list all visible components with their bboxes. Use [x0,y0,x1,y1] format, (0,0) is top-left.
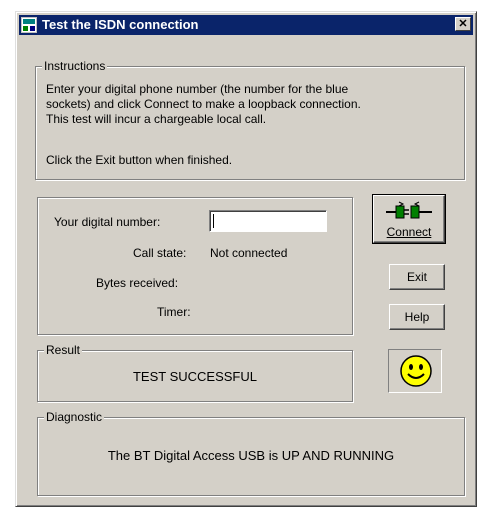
close-button[interactable]: ✕ [455,17,471,31]
timer-label: Timer: [157,305,191,319]
exit-label: Exit [406,270,427,284]
connection-details-group: Your digital number: Call state: Not con… [37,197,353,335]
help-label: Help [404,310,430,324]
text-caret [213,214,214,228]
diagnostic-text: The BT Digital Access USB is UP AND RUNN… [107,448,395,463]
isdn-app-icon [21,17,37,33]
digital-number-label: Your digital number: [54,215,161,229]
call-state-label: Call state: [133,246,187,260]
bytes-received-label: Bytes received: [96,276,179,290]
title-bar[interactable]: Test the ISDN connection ✕ [19,15,473,35]
connect-label: Connect [386,225,432,239]
result-group: Result TEST SUCCESSFUL [37,343,353,402]
close-icon: ✕ [458,18,468,30]
window-title: Test the ISDN connection [42,17,199,32]
call-state-value: Not connected [210,246,288,260]
status-indicator [388,349,442,393]
result-text: TEST SUCCESSFUL [132,369,257,384]
digital-number-input[interactable] [209,210,327,232]
instructions-line-4: Click the Exit button when finished. [46,153,233,167]
connect-button[interactable]: Connect [372,194,446,244]
diagnostic-legend: Diagnostic [44,410,105,424]
result-legend: Result [44,343,83,357]
plug-connect-icon [386,201,434,224]
instructions-line-3: This test will incur a chargeable local … [46,112,267,126]
instructions-line-2: sockets) and click Connect to make a loo… [46,97,361,111]
diagnostic-group: Diagnostic The BT Digital Access USB is … [37,410,465,496]
exit-button[interactable]: Exit [389,264,445,290]
instructions-group: Instructions Enter your digital phone nu… [35,59,465,180]
test-isdn-dialog: Test the ISDN connection ✕ Instructions … [15,11,477,507]
smiley-face-icon [399,354,433,391]
instructions-legend: Instructions [42,59,108,73]
instructions-line-1: Enter your digital phone number (the num… [46,82,349,96]
help-button[interactable]: Help [389,304,445,330]
